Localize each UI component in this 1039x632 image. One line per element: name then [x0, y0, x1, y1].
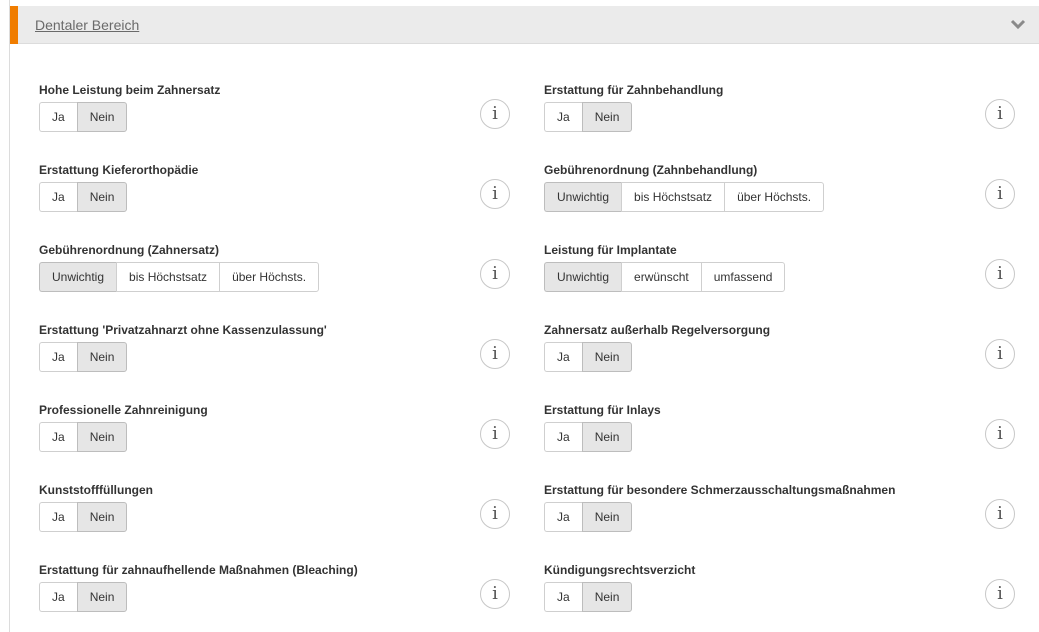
setting-label: Erstattung für besondere Schmerzausschal…: [544, 483, 896, 497]
info-icon[interactable]: i: [480, 99, 510, 129]
option-button-ja[interactable]: Ja: [39, 182, 77, 212]
option-button-unwichtig[interactable]: Unwichtig: [544, 182, 622, 212]
option-button-unwichtig[interactable]: Unwichtig: [39, 262, 117, 292]
setting-label: Erstattung für Inlays: [544, 403, 661, 417]
option-button-nein[interactable]: Nein: [76, 582, 128, 612]
setting-label: Hohe Leistung beim Zahnersatz: [39, 83, 221, 97]
setting-label: Erstattung Kieferorthopädie: [39, 163, 199, 177]
option-button-ja[interactable]: Ja: [39, 102, 77, 132]
option-button-nein[interactable]: Nein: [581, 342, 633, 372]
option-button-umfassend[interactable]: umfassend: [700, 262, 786, 292]
info-icon[interactable]: i: [985, 499, 1015, 529]
option-button-nein[interactable]: Nein: [581, 102, 633, 132]
option-button-uber-hochsts[interactable]: über Höchsts.: [724, 182, 825, 212]
option-button-ja[interactable]: Ja: [39, 502, 77, 532]
option-button-ja[interactable]: Ja: [39, 342, 77, 372]
info-icon[interactable]: i: [480, 179, 510, 209]
option-toggle-group: Ja Nein: [39, 422, 128, 452]
option-toggle-group: Unwichtig erwünscht umfassend: [544, 262, 786, 292]
option-toggle-group: Unwichtig bis Höchstsatz über Höchsts.: [544, 182, 825, 212]
option-button-bis-hochstsatz[interactable]: bis Höchstsatz: [116, 262, 220, 292]
setting-label: Gebührenordnung (Zahnbehandlung): [544, 163, 758, 177]
setting-label: Professionelle Zahnreinigung: [39, 403, 208, 417]
option-button-nein[interactable]: Nein: [581, 422, 633, 452]
info-icon[interactable]: i: [985, 339, 1015, 369]
option-button-erwunscht[interactable]: erwünscht: [621, 262, 701, 292]
option-button-ja[interactable]: Ja: [39, 422, 77, 452]
info-icon[interactable]: i: [480, 499, 510, 529]
option-button-ja[interactable]: Ja: [544, 582, 582, 612]
info-icon[interactable]: i: [985, 179, 1015, 209]
info-icon[interactable]: i: [480, 579, 510, 609]
setting-label: Erstattung 'Privatzahnarzt ohne Kassenzu…: [39, 323, 327, 337]
setting-label: Kunststofffüllungen: [39, 483, 153, 497]
setting-label: Erstattung für Zahnbehandlung: [544, 83, 724, 97]
option-button-nein[interactable]: Nein: [76, 422, 128, 452]
setting-label: Zahnersatz außerhalb Regelversorgung: [544, 323, 771, 337]
section-title[interactable]: Dentaler Bereich: [35, 17, 139, 33]
setting-label: Leistung für Implantate: [544, 243, 677, 257]
option-toggle-group: Ja Nein: [39, 102, 128, 132]
option-button-nein[interactable]: Nein: [581, 582, 633, 612]
option-toggle-group: Ja Nein: [39, 342, 128, 372]
info-icon[interactable]: i: [985, 259, 1015, 289]
option-toggle-group: Ja Nein: [544, 582, 633, 612]
dental-section-panel: Dentaler Bereich Hohe Leistung beim Zahn…: [9, 0, 1039, 632]
setting-label: Kündigungsrechtsverzicht: [544, 563, 696, 577]
option-toggle-group: Unwichtig bis Höchstsatz über Höchsts.: [39, 262, 320, 292]
option-toggle-group: Ja Nein: [544, 422, 633, 452]
info-icon[interactable]: i: [480, 339, 510, 369]
section-accent-bar: [10, 6, 18, 44]
option-button-unwichtig[interactable]: Unwichtig: [544, 262, 622, 292]
option-button-ja[interactable]: Ja: [39, 582, 77, 612]
info-icon[interactable]: i: [480, 259, 510, 289]
option-button-uber-hochsts[interactable]: über Höchsts.: [219, 262, 320, 292]
info-icon[interactable]: i: [480, 419, 510, 449]
info-icon[interactable]: i: [985, 99, 1015, 129]
option-button-ja[interactable]: Ja: [544, 342, 582, 372]
section-header[interactable]: Dentaler Bereich: [10, 6, 1039, 44]
setting-label: Erstattung für zahnaufhellende Maßnahmen…: [39, 563, 358, 577]
option-button-ja[interactable]: Ja: [544, 502, 582, 532]
option-button-bis-hochstsatz[interactable]: bis Höchstsatz: [621, 182, 725, 212]
option-button-nein[interactable]: Nein: [76, 182, 128, 212]
chevron-down-icon[interactable]: [1010, 19, 1026, 31]
info-icon[interactable]: i: [985, 579, 1015, 609]
setting-label: Gebührenordnung (Zahnersatz): [39, 243, 219, 257]
info-icon[interactable]: i: [985, 419, 1015, 449]
option-toggle-group: Ja Nein: [544, 342, 633, 372]
option-button-nein[interactable]: Nein: [76, 342, 128, 372]
option-button-ja[interactable]: Ja: [544, 102, 582, 132]
option-button-ja[interactable]: Ja: [544, 422, 582, 452]
option-toggle-group: Ja Nein: [39, 182, 128, 212]
option-button-nein[interactable]: Nein: [581, 502, 633, 532]
option-toggle-group: Ja Nein: [544, 102, 633, 132]
option-toggle-group: Ja Nein: [544, 502, 633, 532]
option-toggle-group: Ja Nein: [39, 582, 128, 612]
option-toggle-group: Ja Nein: [39, 502, 128, 532]
option-button-nein[interactable]: Nein: [76, 502, 128, 532]
option-button-nein[interactable]: Nein: [76, 102, 128, 132]
